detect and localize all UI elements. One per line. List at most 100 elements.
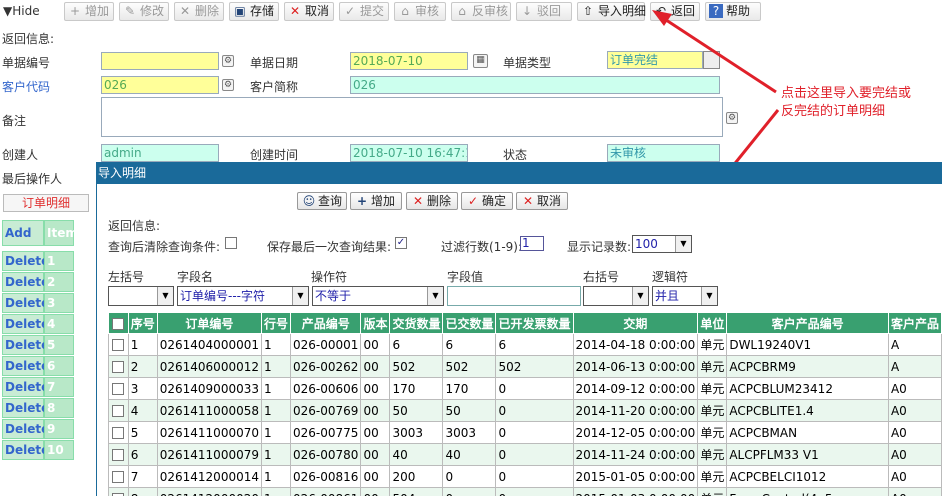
field-name-select[interactable]: 订单编号---字符 ▼ xyxy=(177,286,309,306)
dialog-query-button[interactable]: ☺ 查询 xyxy=(297,192,347,210)
row-checkbox-cell[interactable] xyxy=(108,333,129,356)
table-row[interactable]: 2 0261406000012 1 026-00262 00 502 502 502 2014-… xyxy=(108,355,942,378)
table-cell: 2014-06-13 0:00:00 xyxy=(572,355,699,378)
table-row[interactable]: 6 0261411000079 1 026-00780 00 40 40 0 2014-11-2… xyxy=(108,443,942,466)
table-cell: FamaControl(4p5 xyxy=(726,487,889,496)
row-checkbox-cell[interactable] xyxy=(108,421,129,444)
cond-header-right-paren: 右括号 xyxy=(583,270,620,284)
table-cell: 0261412000014 xyxy=(156,465,263,488)
table-row[interactable]: 3 0261409000033 1 026-00606 00 170 170 0 2014-09… xyxy=(108,377,942,400)
column-header[interactable]: 版本 xyxy=(360,312,391,334)
filter-rows-input[interactable]: 1 xyxy=(520,236,544,251)
table-cell: A0 xyxy=(887,487,942,496)
row-checkbox[interactable] xyxy=(112,383,125,395)
table-cell: 0261412000020 xyxy=(156,487,263,496)
checkbox[interactable] xyxy=(112,317,125,330)
table-cell: 0 xyxy=(442,465,497,488)
chevron-down-icon: ▼ xyxy=(157,287,173,305)
cond-header-operator: 操作符 xyxy=(311,270,348,284)
dialog-titlebar[interactable]: 导入明细 xyxy=(96,162,942,184)
table-cell: 1 xyxy=(260,487,292,496)
column-header[interactable]: 客户产品编号 xyxy=(726,312,889,334)
table-cell: 0 xyxy=(495,465,574,488)
table-cell: 单元 xyxy=(697,465,728,488)
select-all-checkbox[interactable] xyxy=(108,312,129,334)
row-checkbox-cell[interactable] xyxy=(108,465,129,488)
dialog-delete-button[interactable]: ✕ 删除 xyxy=(406,192,458,210)
right-paren-select[interactable]: ▼ xyxy=(583,286,649,306)
row-checkbox[interactable] xyxy=(112,427,125,439)
cancel-icon: ✕ xyxy=(522,194,534,208)
table-row[interactable]: 5 0261411000070 1 026-00775 00 3003 3003 0 2014-… xyxy=(108,421,942,444)
row-checkbox-cell[interactable] xyxy=(108,377,129,400)
table-cell: 单元 xyxy=(697,443,728,466)
table-cell: 1 xyxy=(260,377,292,400)
chevron-down-icon: ▼ xyxy=(292,287,308,305)
table-cell: ACPCBRM9 xyxy=(726,355,889,378)
column-header[interactable]: 客户产品 xyxy=(887,312,942,334)
table-cell: 单元 xyxy=(697,421,728,444)
table-cell: 026-00861 xyxy=(290,487,362,496)
row-checkbox[interactable] xyxy=(112,405,125,417)
clear-cond-label: 查询后清除查询条件: xyxy=(108,240,221,254)
left-paren-select[interactable]: ▼ xyxy=(108,286,174,306)
table-cell: 200 xyxy=(389,465,444,488)
table-cell: 00 xyxy=(360,443,391,466)
column-header[interactable]: 行号 xyxy=(260,312,292,334)
query-icon: ☺ xyxy=(302,194,316,208)
cond-header-left-paren: 左括号 xyxy=(108,270,145,284)
table-row[interactable]: 4 0261411000058 1 026-00769 00 50 50 0 2014-11-2… xyxy=(108,399,942,422)
table-cell: 026140400000​1 xyxy=(156,333,263,356)
row-checkbox-cell[interactable] xyxy=(108,399,129,422)
table-row[interactable]: 1 026140400000​1 1 026-00001 00 6 6 6 2014-04-18… xyxy=(108,333,942,356)
table-cell: 026-00262 xyxy=(290,355,362,378)
column-header[interactable]: 产品编号 xyxy=(290,312,362,334)
table-cell: 502 xyxy=(389,355,444,378)
keep-result-checkbox[interactable]: ✓ xyxy=(395,237,407,249)
column-header[interactable]: 交期 xyxy=(572,312,699,334)
table-cell: 026-00001 xyxy=(290,333,362,356)
table-cell: A xyxy=(887,355,942,378)
table-cell: 1 xyxy=(260,465,292,488)
dialog-button-label: 增加 xyxy=(371,194,396,208)
column-header[interactable]: 序号 xyxy=(127,312,158,334)
table-cell: 00 xyxy=(360,399,391,422)
row-checkbox[interactable] xyxy=(112,339,125,351)
table-cell: 0261411000079 xyxy=(156,443,263,466)
clear-cond-checkbox[interactable] xyxy=(225,237,237,249)
dialog-plus-button[interactable]: + 增加 xyxy=(350,192,402,210)
table-row[interactable]: 802614120000201026-0086100504002015-01-0… xyxy=(108,487,942,496)
table-row[interactable]: 7 0261412000014 1 026-00816 00 200 0 0 2015-01-0… xyxy=(108,465,942,488)
table-cell: 单元 xyxy=(697,377,728,400)
show-count-select[interactable]: 100 ▼ xyxy=(632,235,692,253)
column-header[interactable]: 单位 xyxy=(697,312,728,334)
row-checkbox[interactable] xyxy=(112,449,125,461)
column-header[interactable]: 订单编号 xyxy=(156,312,263,334)
table-cell: 2014-09-12 0:00:00 xyxy=(572,377,699,400)
table-cell: 0 xyxy=(495,487,574,496)
cond-header-field-name: 字段名 xyxy=(177,270,214,284)
row-checkbox-cell[interactable] xyxy=(108,443,129,466)
table-header-row: 序号 订单编号 行号 产品编号 版本 交货数量 已交数量 已开发票数量 交期 单位 客户产品编号 客户… xyxy=(108,312,942,334)
row-checkbox[interactable] xyxy=(112,361,125,373)
row-checkbox-cell[interactable] xyxy=(108,487,129,496)
dialog-return-info: 返回信息: xyxy=(108,219,161,233)
column-header[interactable]: 已开发票数量 xyxy=(495,312,574,334)
row-checkbox-cell[interactable] xyxy=(108,355,129,378)
table-cell: ACPCBMAN xyxy=(726,421,889,444)
column-header[interactable]: 交货数量 xyxy=(389,312,444,334)
table-cell: A xyxy=(887,333,942,356)
annotation-text-2: 反完结的订单明细 xyxy=(781,104,886,119)
table-cell: 1 xyxy=(260,399,292,422)
column-header[interactable]: 已交数量 xyxy=(442,312,497,334)
dialog-cancel-button[interactable]: ✕ 取消 xyxy=(516,192,568,210)
operator-select[interactable]: 不等于 ▼ xyxy=(312,286,444,306)
table-cell: 026-00816 xyxy=(290,465,362,488)
dialog-confirm-button[interactable]: ✓ 确定 xyxy=(461,192,513,210)
row-checkbox[interactable] xyxy=(112,471,125,483)
table-cell: 单元 xyxy=(697,355,728,378)
field-value-input[interactable] xyxy=(447,286,581,306)
plus-icon: + xyxy=(356,194,368,208)
logic-select[interactable]: 并且 ▼ xyxy=(652,286,718,306)
dialog-button-label: 删除 xyxy=(427,194,452,208)
